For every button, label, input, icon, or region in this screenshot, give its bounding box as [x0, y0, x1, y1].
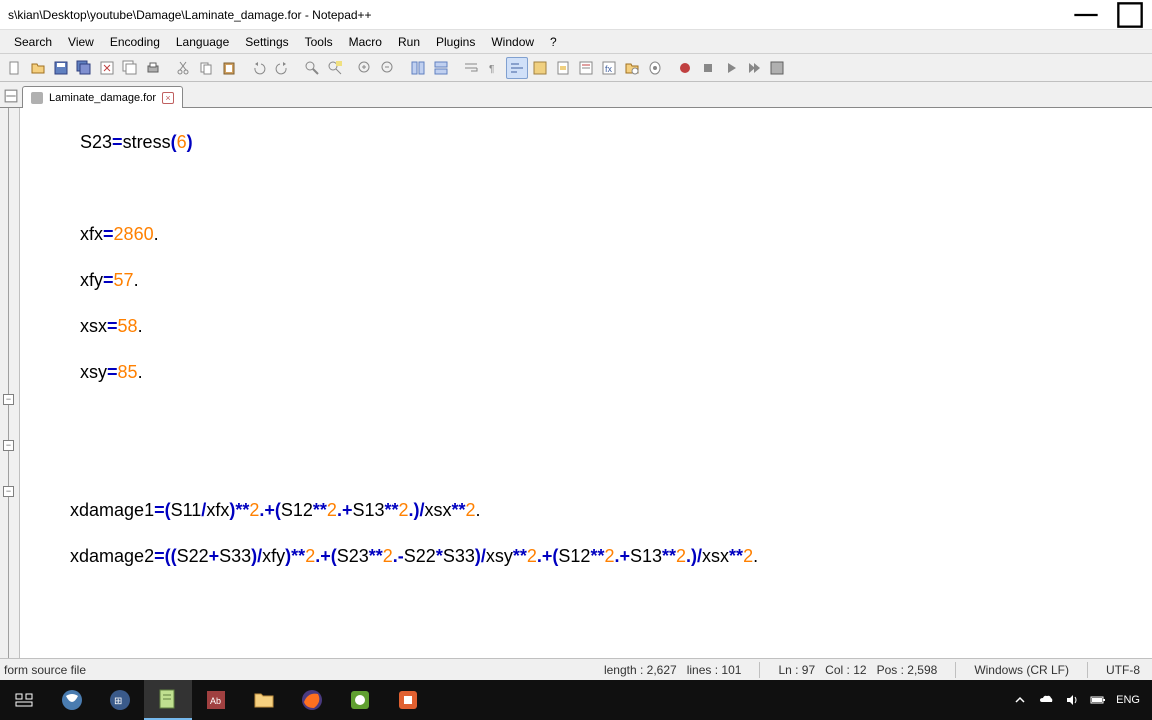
save-icon[interactable] — [50, 57, 72, 79]
file-explorer-icon[interactable] — [240, 680, 288, 720]
copy-icon[interactable] — [195, 57, 217, 79]
code-view[interactable]: S23=stress(6) xfx=2860. xfy=57. xsx=58. … — [20, 108, 1152, 658]
menu-plugins[interactable]: Plugins — [428, 33, 483, 51]
doc-list-icon[interactable] — [575, 57, 597, 79]
wordwrap-icon[interactable] — [460, 57, 482, 79]
monitor-icon[interactable] — [644, 57, 666, 79]
svg-text:Ab: Ab — [210, 696, 221, 706]
editor-area[interactable]: − − − S23=stress(6) xfx=2860. xfy=57. xs… — [0, 108, 1152, 658]
save-all-icon[interactable] — [73, 57, 95, 79]
play-macro-icon[interactable] — [720, 57, 742, 79]
tab-label: Laminate_damage.for — [49, 92, 156, 104]
tab-active[interactable]: Laminate_damage.for × — [22, 86, 183, 108]
menu-settings[interactable]: Settings — [237, 33, 296, 51]
app-icon[interactable] — [48, 680, 96, 720]
save-macro-icon[interactable] — [766, 57, 788, 79]
menu-tools[interactable]: Tools — [297, 33, 341, 51]
file-icon — [31, 92, 43, 104]
status-eol: Windows (CR LF) — [962, 663, 1081, 677]
tray-up-icon[interactable] — [1012, 692, 1028, 708]
menu-macro[interactable]: Macro — [341, 33, 390, 51]
menu-run[interactable]: Run — [390, 33, 428, 51]
fold-box-icon[interactable]: − — [3, 394, 14, 405]
zoom-out-icon[interactable] — [377, 57, 399, 79]
fold-box-icon[interactable]: − — [3, 486, 14, 497]
tab-close-icon[interactable]: × — [162, 92, 174, 104]
onedrive-icon[interactable] — [1038, 692, 1054, 708]
stop-macro-icon[interactable] — [697, 57, 719, 79]
menu-language[interactable]: Language — [168, 33, 237, 51]
fold-box-icon[interactable]: − — [3, 440, 14, 451]
new-file-icon[interactable] — [4, 57, 26, 79]
status-position: Ln : 97 Col : 12 Pos : 2,598 — [766, 663, 949, 677]
close-all-icon[interactable] — [119, 57, 141, 79]
paste-icon[interactable] — [218, 57, 240, 79]
maximize-button[interactable] — [1116, 5, 1144, 25]
app-icon[interactable]: Ab — [192, 680, 240, 720]
find-icon[interactable] — [301, 57, 323, 79]
replace-icon[interactable] — [324, 57, 346, 79]
title-bar: s\kian\Desktop\youtube\Damage\Laminate_d… — [0, 0, 1152, 30]
sync-v-icon[interactable] — [407, 57, 429, 79]
open-file-icon[interactable] — [27, 57, 49, 79]
status-filetype: form source file — [0, 663, 250, 677]
folder-workspace-icon[interactable] — [621, 57, 643, 79]
svg-text:¶: ¶ — [489, 64, 494, 75]
taskbar: ⊞ Ab ENG — [0, 680, 1152, 720]
menu-search[interactable]: Search — [6, 33, 60, 51]
undo-icon[interactable] — [248, 57, 270, 79]
cut-icon[interactable] — [172, 57, 194, 79]
func-list-icon[interactable]: fx — [598, 57, 620, 79]
firefox-icon[interactable] — [288, 680, 336, 720]
status-length: length : 2,627 lines : 101 — [592, 663, 754, 677]
menu-bar: Search View Encoding Language Settings T… — [0, 30, 1152, 54]
notepadpp-taskbar-icon[interactable] — [144, 680, 192, 720]
sync-h-icon[interactable] — [430, 57, 452, 79]
indent-guide-icon[interactable] — [506, 57, 528, 79]
minimize-button[interactable] — [1072, 5, 1100, 25]
record-macro-icon[interactable] — [674, 57, 696, 79]
print-icon[interactable] — [142, 57, 164, 79]
battery-icon[interactable] — [1090, 692, 1106, 708]
status-bar: form source file length : 2,627 lines : … — [0, 658, 1152, 680]
fold-margin[interactable]: − − − — [0, 108, 20, 658]
all-chars-icon[interactable]: ¶ — [483, 57, 505, 79]
camtasia-icon[interactable] — [336, 680, 384, 720]
app-icon[interactable]: ⊞ — [96, 680, 144, 720]
redo-icon[interactable] — [271, 57, 293, 79]
zoom-in-icon[interactable] — [354, 57, 376, 79]
menu-view[interactable]: View — [60, 33, 102, 51]
menu-window[interactable]: Window — [483, 33, 542, 51]
volume-icon[interactable] — [1064, 692, 1080, 708]
doc-map-icon[interactable] — [552, 57, 574, 79]
tab-bar: Laminate_damage.for × — [0, 82, 1152, 108]
user-lang-icon[interactable] — [529, 57, 551, 79]
status-encoding: UTF-8 — [1094, 663, 1152, 677]
svg-text:fx: fx — [605, 64, 613, 74]
tray-language[interactable]: ENG — [1116, 694, 1140, 706]
menu-encoding[interactable]: Encoding — [102, 33, 168, 51]
play-multi-icon[interactable] — [743, 57, 765, 79]
recorder-icon[interactable] — [384, 680, 432, 720]
svg-text:⊞: ⊞ — [114, 696, 122, 707]
menu-help[interactable]: ? — [542, 33, 565, 51]
task-view-icon[interactable] — [0, 680, 48, 720]
window-title: s\kian\Desktop\youtube\Damage\Laminate_d… — [8, 8, 1072, 22]
toolbar: ¶ fx — [0, 54, 1152, 82]
close-icon[interactable] — [96, 57, 118, 79]
tab-switch-icon[interactable] — [4, 89, 18, 103]
